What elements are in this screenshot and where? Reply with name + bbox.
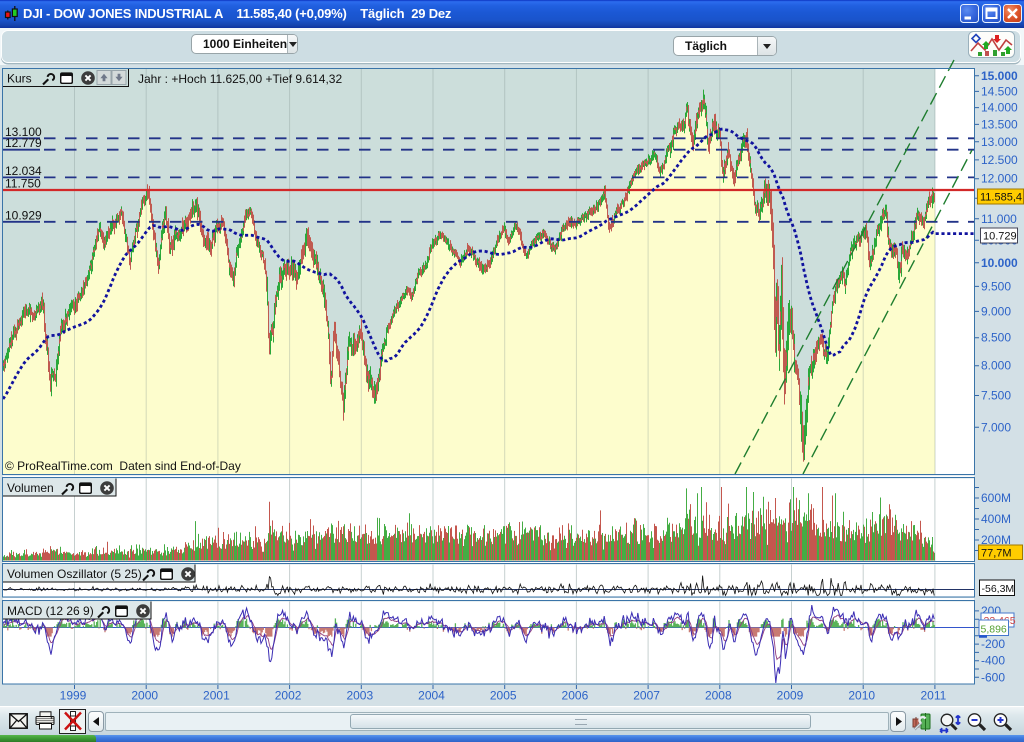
svg-text:10.000: 10.000 xyxy=(981,256,1018,270)
svg-text:10.929: 10.929 xyxy=(5,208,42,222)
svg-text:2008: 2008 xyxy=(705,689,732,703)
svg-text:15.000: 15.000 xyxy=(981,69,1018,83)
svg-text:77,7M: 77,7M xyxy=(981,548,1012,560)
svg-text:14.000: 14.000 xyxy=(981,101,1018,115)
svg-text:12.779: 12.779 xyxy=(5,136,42,150)
svg-text:12.000: 12.000 xyxy=(981,172,1018,186)
svg-text:2000: 2000 xyxy=(131,689,158,703)
svg-text:2007: 2007 xyxy=(633,689,660,703)
svg-text:2011: 2011 xyxy=(920,689,946,703)
svg-text:2003: 2003 xyxy=(346,689,373,703)
svg-text:Jahr : +Hoch 11.625,00 +Tief 9: Jahr : +Hoch 11.625,00 +Tief 9.614,32 xyxy=(138,72,342,86)
svg-text:11.750: 11.750 xyxy=(5,177,41,191)
svg-text:13.500: 13.500 xyxy=(981,117,1018,131)
svg-text:1999: 1999 xyxy=(60,689,87,703)
svg-text:12.500: 12.500 xyxy=(981,153,1018,167)
svg-text:11.000: 11.000 xyxy=(981,212,1017,226)
svg-text:13.000: 13.000 xyxy=(981,135,1018,149)
svg-text:400M: 400M xyxy=(981,512,1011,526)
svg-text:8.500: 8.500 xyxy=(981,331,1011,345)
svg-text:Volumen Oszillator (5 25): Volumen Oszillator (5 25) xyxy=(7,567,142,581)
svg-text:11.585,4: 11.585,4 xyxy=(980,192,1022,204)
svg-text:2001: 2001 xyxy=(203,689,230,703)
svg-text:2002: 2002 xyxy=(275,689,302,703)
svg-text:14.500: 14.500 xyxy=(981,84,1018,98)
svg-text:2004: 2004 xyxy=(418,689,445,703)
svg-text:7.000: 7.000 xyxy=(981,420,1011,434)
svg-text:-400: -400 xyxy=(981,654,1005,668)
svg-text:Kurs: Kurs xyxy=(7,72,32,86)
svg-text:-600: -600 xyxy=(981,670,1005,684)
svg-text:2006: 2006 xyxy=(562,689,589,703)
svg-text:2005: 2005 xyxy=(490,689,517,703)
svg-text:Volumen: Volumen xyxy=(7,481,54,495)
svg-text:2010: 2010 xyxy=(848,689,875,703)
svg-text:10.729: 10.729 xyxy=(983,231,1017,243)
svg-text:-200: -200 xyxy=(981,637,1005,651)
svg-text:600M: 600M xyxy=(981,491,1011,505)
svg-text:9.000: 9.000 xyxy=(981,304,1011,318)
svg-text:7.500: 7.500 xyxy=(981,389,1011,403)
svg-text:9.500: 9.500 xyxy=(981,279,1011,293)
svg-text:MACD (12 26 9): MACD (12 26 9) xyxy=(7,604,94,618)
svg-text:5,896: 5,896 xyxy=(981,624,1007,636)
svg-text:2009: 2009 xyxy=(777,689,804,703)
svg-text:8.000: 8.000 xyxy=(981,359,1011,373)
svg-text:-56,3M: -56,3M xyxy=(982,583,1015,595)
svg-text:© ProRealTime.com Daten sind: © ProRealTime.com Daten sind End-of-Day xyxy=(5,459,241,473)
